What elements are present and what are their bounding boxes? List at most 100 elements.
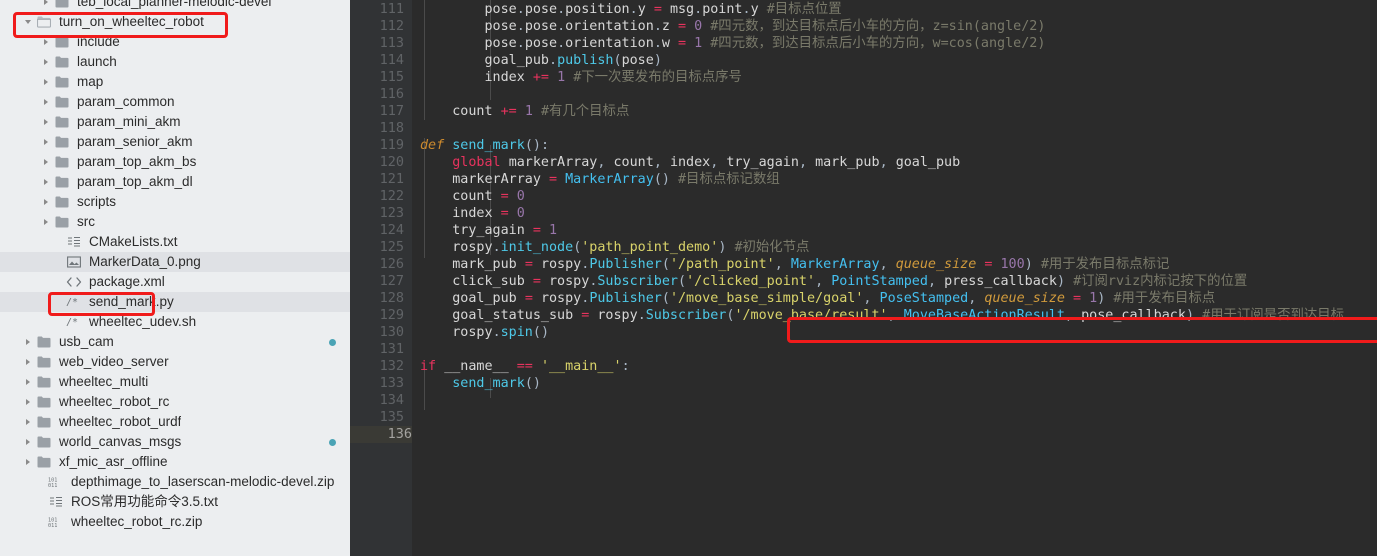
code-line[interactable]: pose.pose.position.y = msg.point.y #目标点位… (420, 1, 842, 18)
line-number[interactable]: 119 (350, 137, 404, 154)
line-number[interactable]: 118 (350, 120, 404, 137)
tree-row[interactable]: src (0, 212, 350, 232)
line-number[interactable]: 117 (350, 103, 404, 120)
code-line[interactable]: count += 1 #有几个目标点 (420, 103, 629, 120)
chevron-right-icon[interactable] (40, 72, 52, 92)
line-number[interactable]: 121 (350, 171, 404, 188)
code-line[interactable]: goal_pub.publish(pose) (420, 52, 662, 69)
tree-row-label: param_senior_akm (77, 134, 193, 149)
line-number[interactable]: 128 (350, 290, 404, 307)
tree-row[interactable]: package.xml (0, 272, 350, 292)
line-number[interactable]: 123 (350, 205, 404, 222)
tree-row[interactable]: 101 011 depthimage_to_laserscan-melodic-de… (0, 472, 350, 492)
tree-row[interactable]: include (0, 32, 350, 52)
tree-row[interactable]: wheeltec_multi (0, 372, 350, 392)
line-number[interactable]: 115 (350, 69, 404, 86)
line-number[interactable]: 125 (350, 239, 404, 256)
code-line[interactable]: if __name__ == '__main__': (420, 358, 630, 375)
chevron-right-icon[interactable] (40, 172, 52, 192)
tree-row[interactable]: usb_cam (0, 332, 350, 352)
chevron-right-icon[interactable] (40, 152, 52, 172)
line-number[interactable]: 112 (350, 18, 404, 35)
tree-row[interactable]: MarkerData_0.png (0, 252, 350, 272)
code-line[interactable]: global markerArray, count, index, try_ag… (420, 154, 960, 171)
code-line[interactable]: pose.pose.orientation.w = 1 #四元数，到达目标点后小… (420, 35, 1046, 52)
line-number[interactable]: 113 (350, 35, 404, 52)
code-editor-panel[interactable]: 111 112 113 114 115 116 117 118 119 120 121 122 123 1… (350, 0, 1377, 556)
tree-row[interactable]: CMakeLists.txt (0, 232, 350, 252)
code-line[interactable]: rospy.spin() (420, 324, 549, 341)
file-tree[interactable]: teb_local_planner-melodic-devel turn_on_w… (0, 0, 350, 532)
tree-row[interactable]: ROS常用功能命令3.5.txt (0, 492, 350, 512)
line-number[interactable]: 134 (350, 392, 404, 409)
svg-text:/*: /* (66, 297, 78, 308)
tree-row[interactable]: /* wheeltec_udev.sh (0, 312, 350, 332)
tree-row[interactable]: teb_local_planner-melodic-devel (0, 0, 350, 12)
code-line[interactable]: send_mark() (420, 375, 541, 392)
tree-row[interactable]: world_canvas_msgs (0, 432, 350, 452)
tree-row[interactable]: 101 011 wheeltec_robot_rc.zip (0, 512, 350, 532)
tree-row[interactable]: scripts (0, 192, 350, 212)
line-number[interactable]: 133 (350, 375, 404, 392)
tree-row[interactable]: param_mini_akm (0, 112, 350, 132)
chevron-right-icon[interactable] (22, 432, 34, 452)
chevron-right-icon[interactable] (40, 0, 52, 12)
code-line[interactable]: pose.pose.orientation.z = 0 #四元数，到达目标点后小… (420, 18, 1046, 35)
code-line[interactable]: def send_mark(): (420, 137, 549, 154)
code-line[interactable]: mark_pub = rospy.Publisher('/path_point'… (420, 256, 1169, 273)
chevron-down-icon[interactable] (22, 12, 34, 32)
chevron-right-icon[interactable] (40, 212, 52, 232)
tree-row[interactable]: turn_on_wheeltec_robot (0, 12, 350, 32)
line-number[interactable]: 136 (350, 426, 412, 443)
chevron-right-icon[interactable] (22, 392, 34, 412)
tree-row[interactable]: param_senior_akm (0, 132, 350, 152)
code-text-area[interactable]: pose.pose.position.y = msg.point.y #目标点位… (412, 0, 1377, 556)
line-number[interactable]: 135 (350, 409, 404, 426)
line-number[interactable]: 116 (350, 86, 404, 103)
chevron-right-icon[interactable] (22, 412, 34, 432)
line-number[interactable]: 120 (350, 154, 404, 171)
chevron-right-icon[interactable] (22, 332, 34, 352)
tree-row[interactable]: xf_mic_asr_offline (0, 452, 350, 472)
chevron-right-icon[interactable] (22, 372, 34, 392)
line-number[interactable]: 126 (350, 256, 404, 273)
code-line[interactable]: count = 0 (420, 188, 525, 205)
line-number[interactable]: 129 (350, 307, 404, 324)
tree-row[interactable]: wheeltec_robot_urdf (0, 412, 350, 432)
line-number[interactable]: 124 (350, 222, 404, 239)
code-line[interactable]: click_sub = rospy.Subscriber('/clicked_p… (420, 273, 1247, 290)
tree-row[interactable]: /* send_mark.py (0, 292, 350, 312)
chevron-right-icon[interactable] (40, 132, 52, 152)
chevron-right-icon[interactable] (40, 92, 52, 112)
line-number[interactable]: 122 (350, 188, 404, 205)
line-number[interactable]: 132 (350, 358, 404, 375)
line-number[interactable]: 131 (350, 341, 404, 358)
code-line[interactable]: goal_status_sub = rospy.Subscriber('/mov… (420, 307, 1344, 324)
code-line[interactable]: markerArray = MarkerArray() #目标点标记数组 (420, 171, 780, 188)
tree-row[interactable]: map (0, 72, 350, 92)
tree-row[interactable]: web_video_server (0, 352, 350, 372)
tree-row[interactable]: param_top_akm_bs (0, 152, 350, 172)
code-line[interactable]: index += 1 #下一次要发布的目标点序号 (420, 69, 742, 86)
tree-row[interactable]: launch (0, 52, 350, 72)
chevron-right-icon[interactable] (40, 32, 52, 52)
line-number-gutter[interactable]: 111 112 113 114 115 116 117 118 119 120 121 122 123 1… (350, 0, 412, 556)
line-number[interactable]: 130 (350, 324, 404, 341)
code-line[interactable]: try_again = 1 (420, 222, 557, 239)
line-number[interactable]: 114 (350, 52, 404, 69)
chevron-right-icon[interactable] (40, 112, 52, 132)
tree-row[interactable]: wheeltec_robot_rc (0, 392, 350, 412)
tree-row[interactable]: param_top_akm_dl (0, 172, 350, 192)
code-line[interactable]: index = 0 (420, 205, 525, 222)
line-number[interactable]: 111 (350, 1, 404, 18)
code-line[interactable]: goal_pub = rospy.Publisher('/move_base_s… (420, 290, 1215, 307)
line-number[interactable]: 127 (350, 273, 404, 290)
chevron-right-icon[interactable] (40, 192, 52, 212)
chevron-right-icon[interactable] (40, 52, 52, 72)
tree-row[interactable]: param_common (0, 92, 350, 112)
code-line[interactable]: rospy.init_node('path_point_demo') #初始化节… (420, 239, 809, 256)
folder-open-icon (34, 12, 54, 32)
chevron-right-icon[interactable] (22, 452, 34, 472)
chevron-right-icon[interactable] (22, 352, 34, 372)
project-tree-panel[interactable]: teb_local_planner-melodic-devel turn_on_w… (0, 0, 350, 556)
